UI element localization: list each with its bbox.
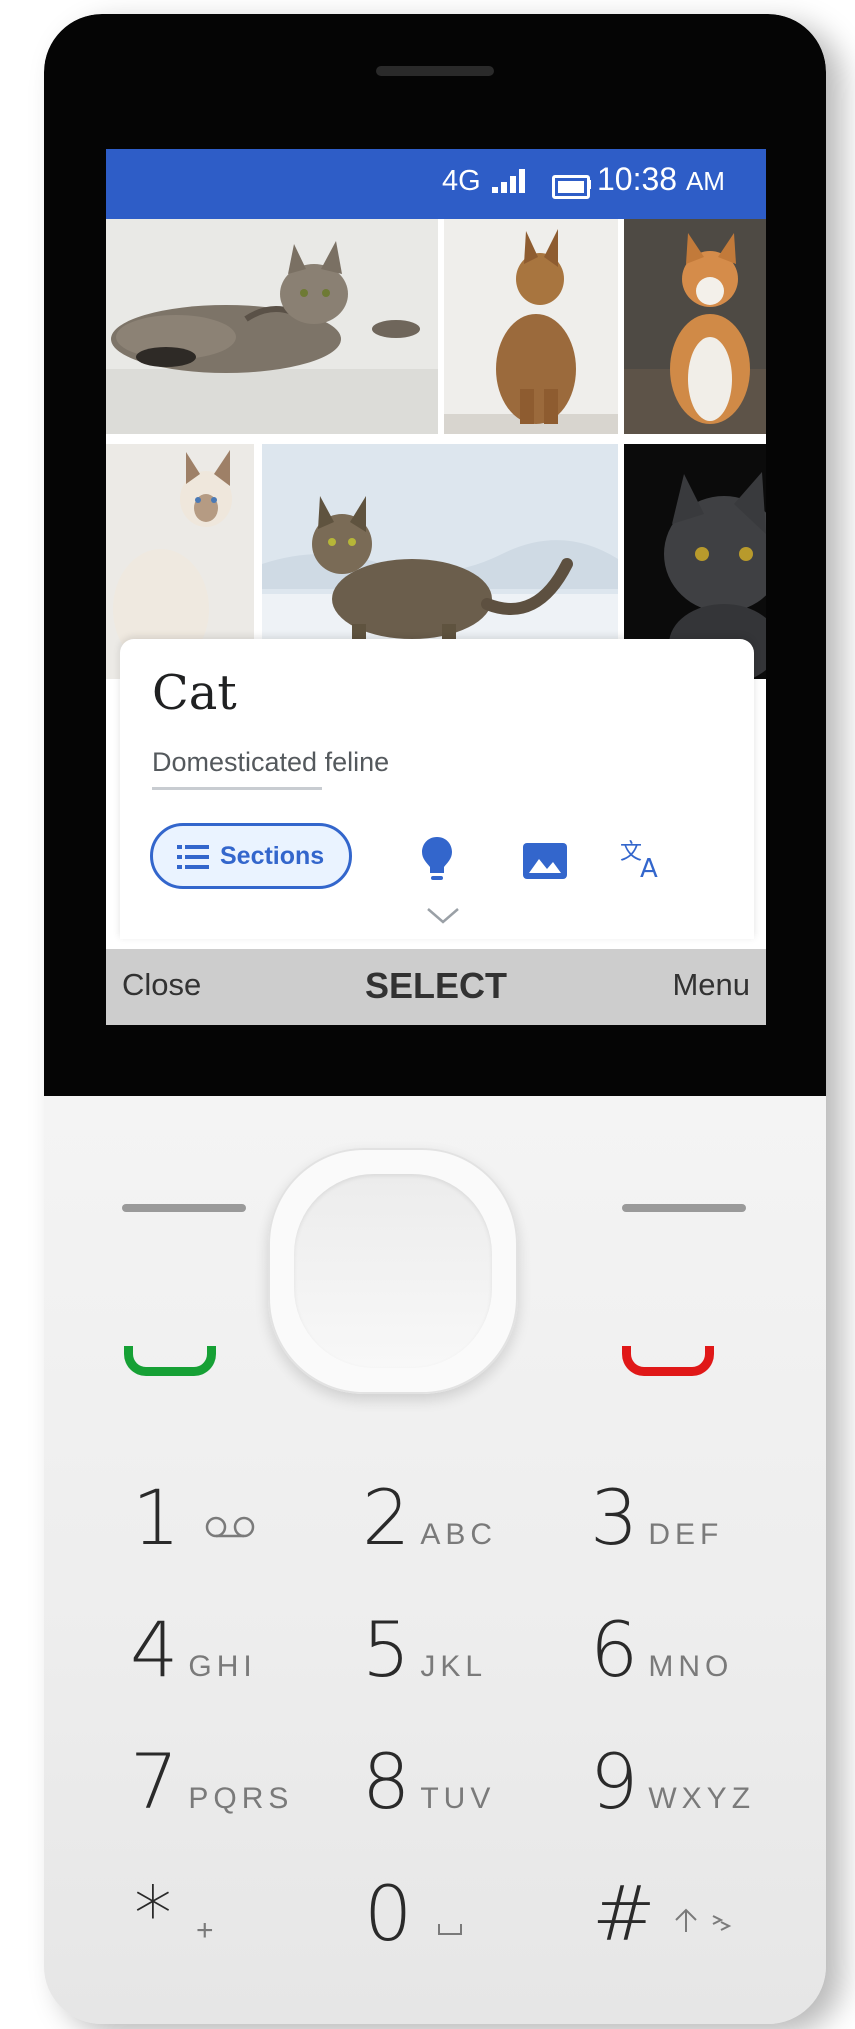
space-icon xyxy=(437,1924,462,1935)
image-gallery[interactable] xyxy=(106,219,766,679)
sections-button[interactable]: Sections xyxy=(150,823,352,889)
key-hash[interactable]: # xyxy=(592,1876,733,1952)
key-2[interactable]: 2 ABC xyxy=(362,1480,497,1556)
lightbulb-icon[interactable] xyxy=(420,835,454,885)
battery-tip xyxy=(588,180,591,189)
svg-text:文: 文 xyxy=(620,840,642,865)
key-5[interactable]: 5 JKL xyxy=(362,1612,487,1688)
sections-label: Sections xyxy=(220,842,325,870)
left-softkey-button[interactable] xyxy=(122,1204,246,1212)
clock: 10:38 AM xyxy=(597,161,725,197)
cat-image-tabby-lying[interactable] xyxy=(106,219,438,434)
dpad-select-button[interactable] xyxy=(268,1148,518,1394)
end-call-button[interactable] xyxy=(622,1346,714,1376)
dpad-center[interactable] xyxy=(294,1174,492,1368)
key-9[interactable]: 9 WXYZ xyxy=(590,1744,755,1820)
key-star[interactable]: * + xyxy=(134,1876,219,1952)
translate-icon[interactable]: 文 A xyxy=(620,837,668,881)
article-title: Cat xyxy=(152,665,237,721)
right-softkey-button[interactable] xyxy=(622,1204,746,1212)
voicemail-icon xyxy=(205,1516,255,1538)
network-type: 4G xyxy=(442,165,481,197)
earpiece-speaker xyxy=(376,66,494,76)
shift-arrow-icon xyxy=(675,1908,697,1932)
cat-image-abyssinian[interactable] xyxy=(444,219,618,434)
screen: 4G 10:38 AM Cat Domesticated feline Sect… xyxy=(106,149,766,1025)
softkey-bar: Close SELECT Menu xyxy=(106,949,766,1025)
key-0[interactable]: 0 xyxy=(364,1876,463,1952)
list-icon xyxy=(177,845,209,869)
signal-strength-icon xyxy=(492,169,525,193)
image-gallery-icon[interactable] xyxy=(523,843,567,879)
description-underline xyxy=(152,787,322,790)
key-3[interactable]: 3 DEF xyxy=(590,1480,723,1556)
input-mode-icon xyxy=(712,1915,731,1931)
softkey-menu[interactable]: Menu xyxy=(672,967,750,1003)
chevron-down-icon[interactable] xyxy=(426,907,460,925)
svg-text:A: A xyxy=(640,854,658,881)
key-1[interactable]: 1 xyxy=(132,1480,257,1556)
call-button[interactable] xyxy=(124,1346,216,1376)
article-description: Domesticated feline xyxy=(152,747,390,777)
battery-icon xyxy=(552,175,590,199)
key-8[interactable]: 8 TUV xyxy=(362,1744,495,1820)
key-7[interactable]: 7 PQRS xyxy=(130,1744,293,1820)
key-6[interactable]: 6 MNO xyxy=(590,1612,733,1688)
cat-image-orange-white[interactable] xyxy=(624,219,766,434)
key-4[interactable]: 4 GHI xyxy=(130,1612,257,1688)
status-bar: 4G 10:38 AM xyxy=(106,149,766,219)
softkey-select[interactable]: SELECT xyxy=(106,965,766,1007)
article-summary-card: Cat Domesticated feline Sections 文 A xyxy=(120,639,754,939)
